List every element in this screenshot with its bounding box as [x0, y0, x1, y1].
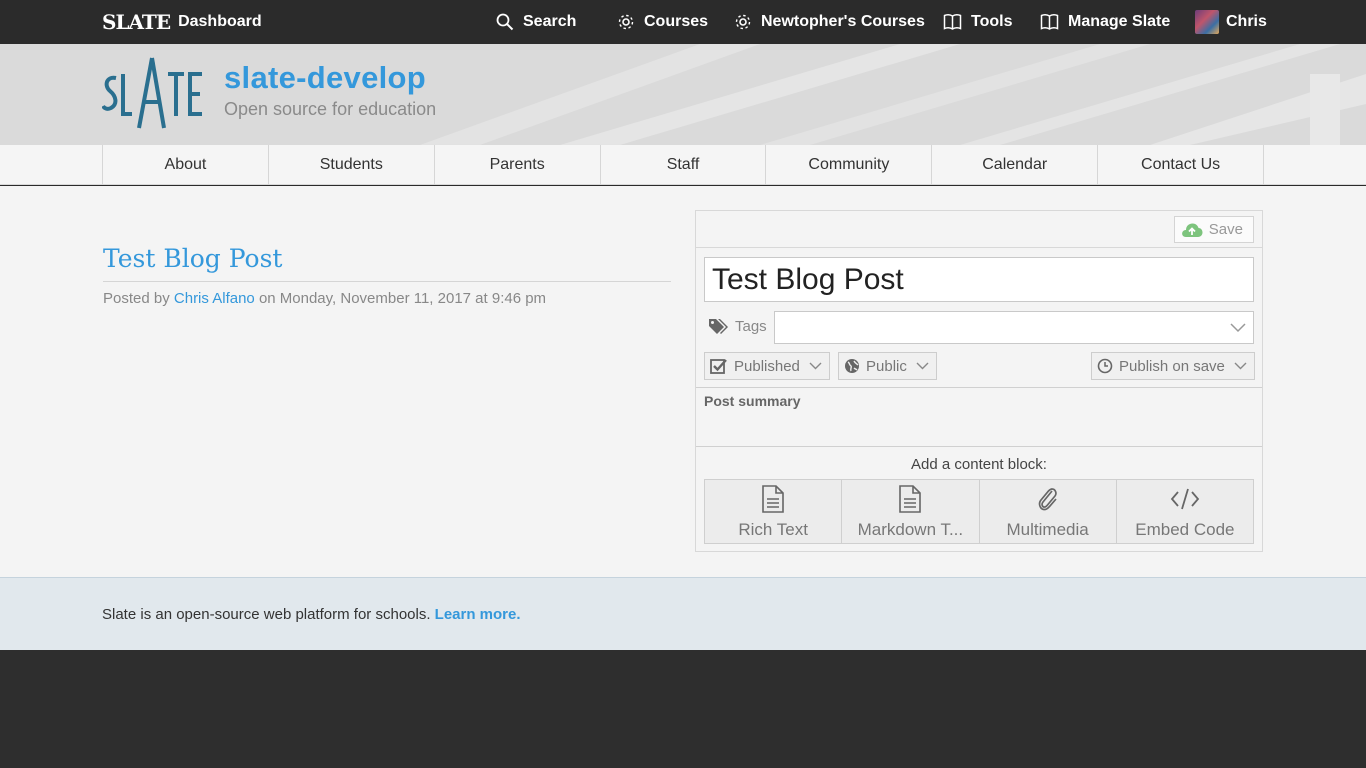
document-icon	[762, 485, 784, 513]
gear-icon	[618, 14, 634, 30]
book-icon	[943, 14, 962, 30]
user-menu[interactable]: Chris	[1195, 0, 1267, 44]
tools-label: Tools	[971, 13, 1013, 30]
post-title: Test Blog Post	[103, 244, 283, 273]
nav-contact-us[interactable]: Contact Us	[1098, 145, 1265, 185]
meta-prefix: Posted by	[103, 290, 170, 307]
slate-logo-small: SLATE	[102, 10, 171, 34]
publish-time-dropdown[interactable]: Publish on save	[1091, 352, 1255, 380]
main-nav: About Students Parents Staff Community C…	[0, 145, 1366, 185]
add-content-block-label: Add a content block:	[911, 456, 1047, 473]
chevron-down-icon	[916, 362, 929, 370]
markdown-text-label: Markdown T...	[857, 520, 964, 539]
visibility-dropdown[interactable]: Public	[838, 352, 937, 380]
manage-slate-label: Manage Slate	[1068, 13, 1171, 30]
courses-label: Courses	[644, 13, 709, 30]
dashboard-label: Dashboard	[178, 13, 262, 30]
divider	[103, 281, 671, 282]
author-link[interactable]: Chris Alfano	[174, 290, 255, 307]
nav-parents[interactable]: Parents	[435, 145, 601, 185]
embed-code-block-button[interactable]: Embed Code	[1116, 480, 1253, 543]
tags-icon	[709, 319, 728, 334]
site-title[interactable]: slate-develop	[224, 60, 426, 96]
code-icon	[1170, 488, 1200, 510]
globe-icon	[845, 359, 859, 373]
slate-logo	[102, 57, 202, 129]
nav-community[interactable]: Community	[766, 145, 933, 185]
status-dropdown[interactable]: Published	[704, 352, 830, 380]
search-icon	[496, 13, 514, 31]
post-title-input[interactable]	[704, 257, 1254, 302]
paperclip-icon	[1038, 488, 1057, 511]
tags-row: Tags	[704, 311, 1254, 344]
editor-toolbar: Save	[696, 211, 1262, 248]
site-footer: Slate is an open-source web platform for…	[0, 577, 1366, 650]
top-bar: SLATE Dashboard Search Courses Newtopher…	[0, 0, 1366, 44]
tools-link[interactable]: Tools	[943, 0, 1012, 44]
site-tagline: Open source for education	[224, 99, 437, 119]
search-link[interactable]: Search	[496, 0, 576, 44]
nav-about[interactable]: About	[103, 145, 269, 185]
embed-code-label: Embed Code	[1135, 520, 1235, 539]
tags-label-text: Tags	[735, 318, 767, 335]
rich-text-block-button[interactable]: Rich Text	[705, 480, 843, 543]
site-header: slate-develop Open source for education	[0, 44, 1366, 145]
newtophers-courses-link[interactable]: Newtopher's Courses	[734, 0, 925, 44]
nav-calendar[interactable]: Calendar	[932, 145, 1099, 185]
book-icon	[1040, 14, 1059, 30]
gear-icon	[735, 14, 751, 30]
publish-label: Publish on save	[1119, 357, 1225, 375]
main-nav-tabs: About Students Parents Staff Community C…	[102, 145, 1265, 185]
rich-text-label: Rich Text	[738, 520, 808, 539]
chevron-down-icon	[1234, 362, 1247, 370]
document-icon	[899, 485, 922, 513]
manage-slate-link[interactable]: Manage Slate	[1040, 0, 1170, 44]
courses-link[interactable]: Courses	[617, 0, 708, 44]
post-summary-field[interactable]: Post summary	[696, 387, 1262, 447]
post-summary-label: Post summary	[704, 393, 801, 409]
status-label: Published	[734, 357, 800, 375]
footer-text: Slate is an open-source web platform for…	[102, 606, 521, 623]
clock-icon	[1097, 358, 1113, 374]
learn-more-link[interactable]: Learn more.	[435, 606, 521, 623]
search-label: Search	[523, 13, 577, 30]
markdown-text-block-button[interactable]: Markdown T...	[842, 480, 980, 543]
chevron-down-icon	[809, 362, 822, 370]
cloud-upload-icon	[1181, 223, 1203, 237]
visibility-label: Public	[866, 357, 907, 375]
multimedia-block-button[interactable]: Multimedia	[979, 480, 1117, 543]
nav-staff[interactable]: Staff	[601, 145, 767, 185]
dashboard-link[interactable]: SLATE Dashboard	[102, 6, 262, 38]
chevron-down-icon	[1230, 323, 1246, 333]
post-editor: Save Tags Published	[695, 210, 1263, 552]
avatar	[1195, 10, 1219, 34]
multimedia-label: Multimedia	[1006, 520, 1089, 539]
nav-students[interactable]: Students	[269, 145, 435, 185]
footer-description: Slate is an open-source web platform for…	[102, 606, 431, 623]
save-label: Save	[1208, 221, 1243, 238]
post-meta: Posted by Chris Alfano on Monday, Novemb…	[103, 290, 546, 307]
tags-select[interactable]	[774, 311, 1254, 344]
checkbox-icon	[710, 359, 727, 374]
newtophers-courses-label: Newtopher's Courses	[761, 13, 925, 30]
content-block-options: Rich Text Markdown T... Multimedia Embed…	[704, 479, 1254, 544]
user-name: Chris	[1226, 13, 1267, 30]
tags-label: Tags	[708, 318, 767, 335]
save-button[interactable]: Save	[1173, 216, 1254, 243]
main-content: Test Blog Post Posted by Chris Alfano on…	[0, 186, 1366, 577]
meta-date: on Monday, November 11, 2017 at 9:46 pm	[258, 290, 547, 307]
